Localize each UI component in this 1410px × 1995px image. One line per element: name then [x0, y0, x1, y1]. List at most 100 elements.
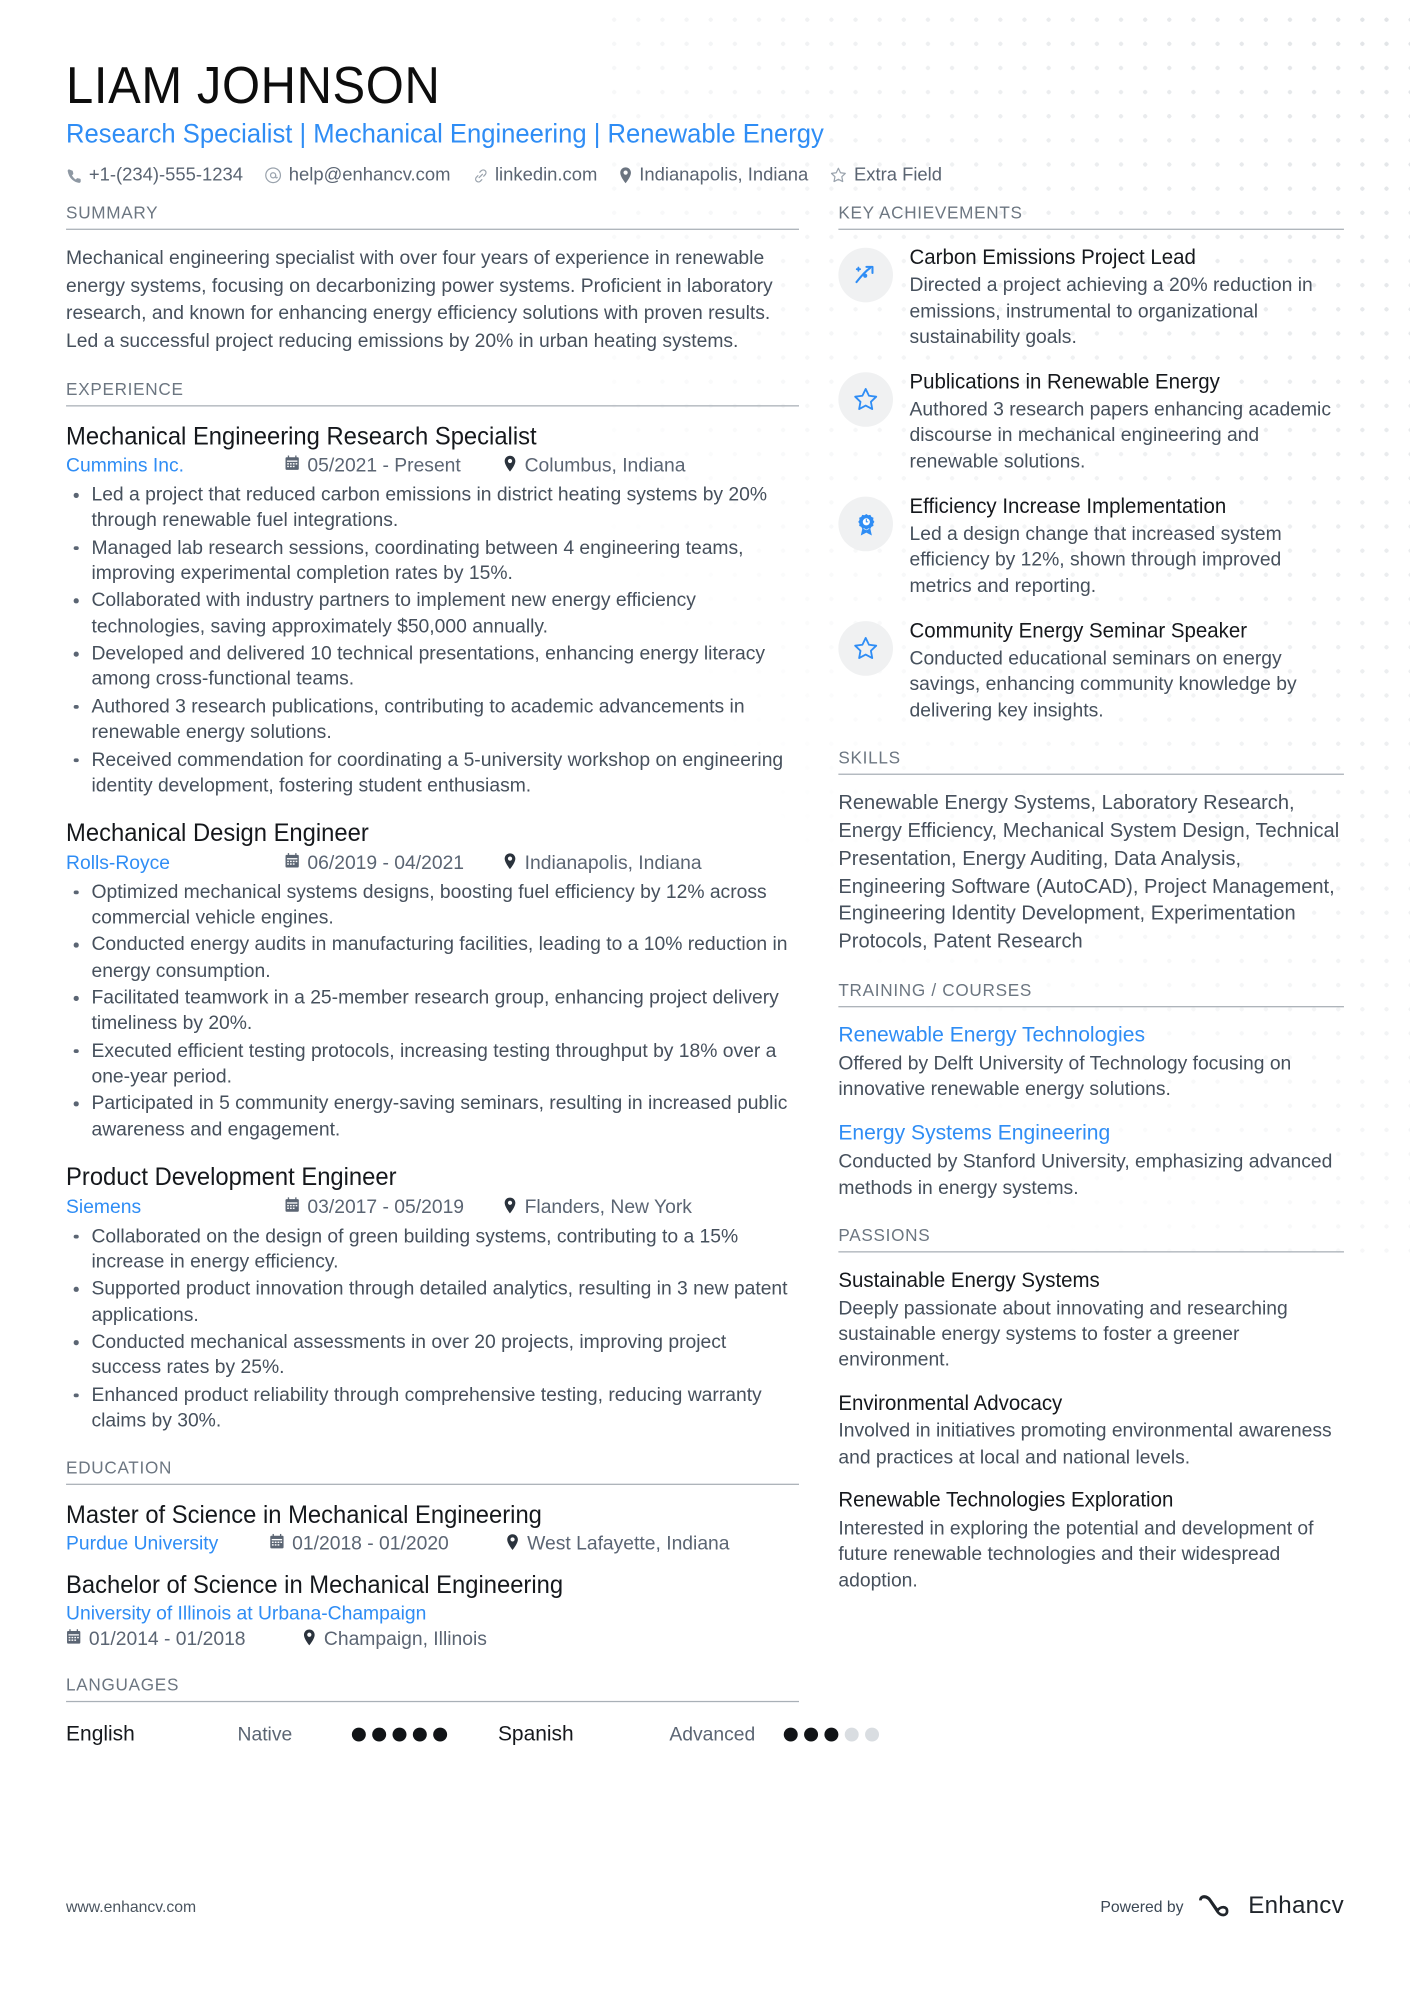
passion-title: Environmental Advocacy [838, 1390, 1063, 1415]
course-title[interactable]: Renewable Energy Technologies [838, 1023, 1344, 1049]
location-icon [503, 852, 517, 875]
job-company[interactable]: Rolls-Royce [66, 852, 284, 874]
calendar-icon [66, 1629, 81, 1651]
right-column: KEY ACHIEVEMENTS Carbon Emissions Projec… [838, 204, 1344, 1619]
job-title: Product Development Engineer [66, 1163, 397, 1192]
trending-up-icon [838, 248, 893, 303]
contact-text: Indianapolis, Indiana [639, 165, 809, 186]
job-bullet: Authored 3 research publications, contri… [66, 695, 799, 747]
education-section-title: EDUCATION [66, 1459, 799, 1486]
location-icon [506, 1533, 520, 1556]
language-level: Native [237, 1723, 293, 1746]
passion-description: Involved in initiatives promoting enviro… [838, 1420, 1332, 1469]
resume-header: LIAM JOHNSON Research Specialist | Mecha… [66, 58, 1344, 186]
powered-by: Powered by Enhancv [1100, 1893, 1344, 1921]
job-bullet: Received commendation for coordinating a… [66, 748, 799, 800]
contact-text: help@enhancv.com [288, 165, 451, 186]
job-location: Flanders, New York [503, 1196, 692, 1219]
proficiency-dot [392, 1727, 407, 1742]
job-location: Indianapolis, Indiana [503, 852, 702, 875]
phone-icon [66, 167, 83, 184]
achievement-description: Led a design change that increased syste… [909, 523, 1282, 597]
skills-section: SKILLS Renewable Energy Systems, Laborat… [838, 748, 1344, 956]
contact-item-phone[interactable]: +1-(234)-555-1234 [66, 165, 244, 186]
proficiency-dot [433, 1727, 448, 1742]
achievement-item: Community Energy Seminar Speaker Conducte… [838, 619, 1344, 724]
job-bullet: Collaborated with industry partners to i… [66, 589, 799, 641]
job-company[interactable]: Siemens [66, 1197, 284, 1219]
contact-item-email[interactable]: help@enhancv.com [265, 165, 451, 186]
resume-page: LIAM JOHNSON Research Specialist | Mecha… [0, 0, 1410, 1995]
experience-item: Mechanical Design Engineer Rolls-Royce 06/… [66, 818, 799, 1143]
achievement-item: Efficiency Increase Implementation Led a … [838, 494, 1344, 599]
passions-section-title: PASSIONS [838, 1226, 1344, 1253]
location-icon [503, 1196, 517, 1219]
education-school[interactable]: Purdue University [66, 1534, 269, 1556]
link-icon [472, 167, 489, 184]
proficiency-dot [783, 1727, 798, 1742]
summary-section-title: SUMMARY [66, 204, 799, 231]
achievement-title: Carbon Emissions Project Lead [909, 245, 1196, 270]
job-bullet: Managed lab research sessions, coordinat… [66, 536, 799, 588]
contact-item-star[interactable]: Extra Field [830, 165, 943, 186]
job-bullets: Collaborated on the design of green buil… [66, 1224, 799, 1435]
calendar-icon [285, 455, 300, 477]
proficiency-dot [804, 1727, 819, 1742]
contact-item-location[interactable]: Indianapolis, Indiana [619, 165, 809, 186]
achievement-description: Conducted educational seminars on energy… [909, 647, 1297, 722]
key-achievements-section: KEY ACHIEVEMENTS Carbon Emissions Projec… [838, 204, 1344, 725]
job-meta: Cummins Inc. 05/2021 - Present Columbus, I… [66, 455, 799, 478]
language-level: Advanced [669, 1723, 756, 1746]
course-description: Offered by Delft University of Technolog… [838, 1052, 1292, 1101]
language-item: English Native [66, 1722, 498, 1746]
achievement-title: Publications in Renewable Energy [909, 369, 1220, 395]
languages-section: LANGUAGES English Native Spanish Advanced [66, 1675, 880, 1746]
job-bullet: Executed efficient testing protocols, in… [66, 1039, 799, 1091]
footer-website[interactable]: www.enhancv.com [66, 1898, 196, 1916]
passion-item: Sustainable Energy Systems Deeply passion… [838, 1268, 1344, 1374]
job-title: Mechanical Design Engineer [66, 819, 369, 848]
contact-text: Extra Field [853, 165, 943, 186]
proficiency-dot [844, 1727, 859, 1742]
achievement-title: Community Energy Seminar Speaker [909, 618, 1248, 643]
course-description: Conducted by Stanford University, emphas… [838, 1151, 1333, 1199]
proficiency-dot [824, 1727, 839, 1742]
contact-text: +1-(234)-555-1234 [88, 165, 244, 186]
job-bullet: Facilitated teamwork in a 25-member rese… [66, 986, 799, 1038]
course-item: Renewable Energy Technologies Offered by … [838, 1023, 1344, 1104]
location-icon [302, 1628, 316, 1651]
course-title[interactable]: Energy Systems Engineering [838, 1121, 1344, 1147]
achievement-item: Publications in Renewable Energy Authored… [838, 370, 1344, 475]
left-column: SUMMARY Mechanical engineering specialis… [66, 204, 880, 1771]
job-company[interactable]: Cummins Inc. [66, 455, 284, 477]
job-location: Columbus, Indiana [503, 455, 685, 478]
star-icon [838, 372, 893, 428]
education-item: Bachelor of Science in Mechanical Engine… [66, 1570, 799, 1651]
language-item: Spanish Advanced [498, 1722, 930, 1746]
contact-text: linkedin.com [494, 165, 598, 186]
achievement-description: Directed a project achieving a 20% reduc… [909, 274, 1313, 348]
proficiency-dot [412, 1727, 427, 1742]
job-meta: Siemens 03/2017 - 05/2019 Flanders, New Yo… [66, 1196, 799, 1219]
experience-section-title: EXPERIENCE [66, 379, 799, 406]
job-bullet: Conducted mechanical assessments in over… [66, 1330, 799, 1382]
passion-title: Renewable Technologies Exploration [838, 1487, 1174, 1512]
education-meta: 01/2014 - 01/2018 Champaign, Illinois [66, 1628, 799, 1651]
passions-section: PASSIONS Sustainable Energy Systems Deepl… [838, 1226, 1344, 1594]
powered-by-label: Powered by [1100, 1897, 1184, 1916]
summary-text: Mechanical engineering specialist with o… [66, 248, 773, 352]
job-bullet: Developed and delivered 10 technical pre… [66, 642, 799, 694]
passion-item: Renewable Technologies Exploration Intere… [838, 1488, 1344, 1594]
education-degree: Bachelor of Science in Mechanical Engine… [66, 1571, 564, 1600]
passion-title: Sustainable Energy Systems [838, 1267, 1100, 1292]
job-bullet: Enhanced product reliability through com… [66, 1383, 799, 1435]
award-icon [838, 496, 893, 552]
education-dates: 01/2018 - 01/2020 [269, 1534, 487, 1555]
contact-item-link[interactable]: linkedin.com [472, 165, 598, 186]
education-school[interactable]: University of Illinois at Urbana-Champai… [66, 1602, 799, 1627]
enhancv-logo-icon [1198, 1894, 1228, 1916]
location-icon [503, 455, 517, 478]
star-icon [830, 167, 848, 185]
skills-text: Renewable Energy Systems, Laboratory Res… [838, 792, 1340, 953]
email-icon [265, 167, 283, 185]
